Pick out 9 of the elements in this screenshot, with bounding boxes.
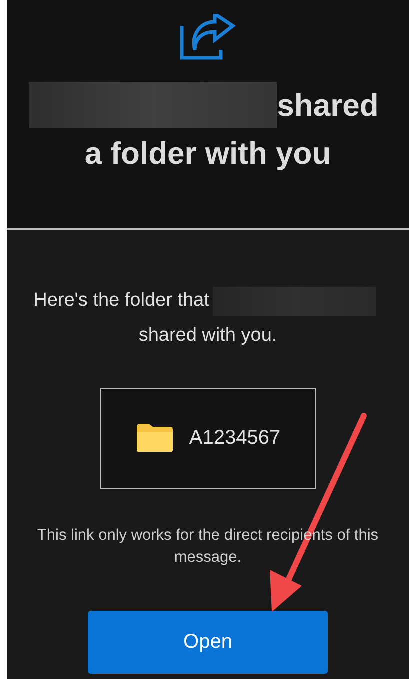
heading-text: a folder with you — [84, 138, 332, 169]
message-text: Here's the folder that — [34, 289, 210, 314]
share-icon — [179, 14, 237, 60]
message-text: shared with you. — [138, 324, 278, 348]
folder-card[interactable]: A1234567 — [100, 388, 316, 488]
heading-text: shared — [277, 90, 379, 120]
folder-name: A1234567 — [189, 426, 281, 451]
open-button[interactable]: Open — [88, 610, 328, 674]
folder-icon — [135, 423, 176, 453]
